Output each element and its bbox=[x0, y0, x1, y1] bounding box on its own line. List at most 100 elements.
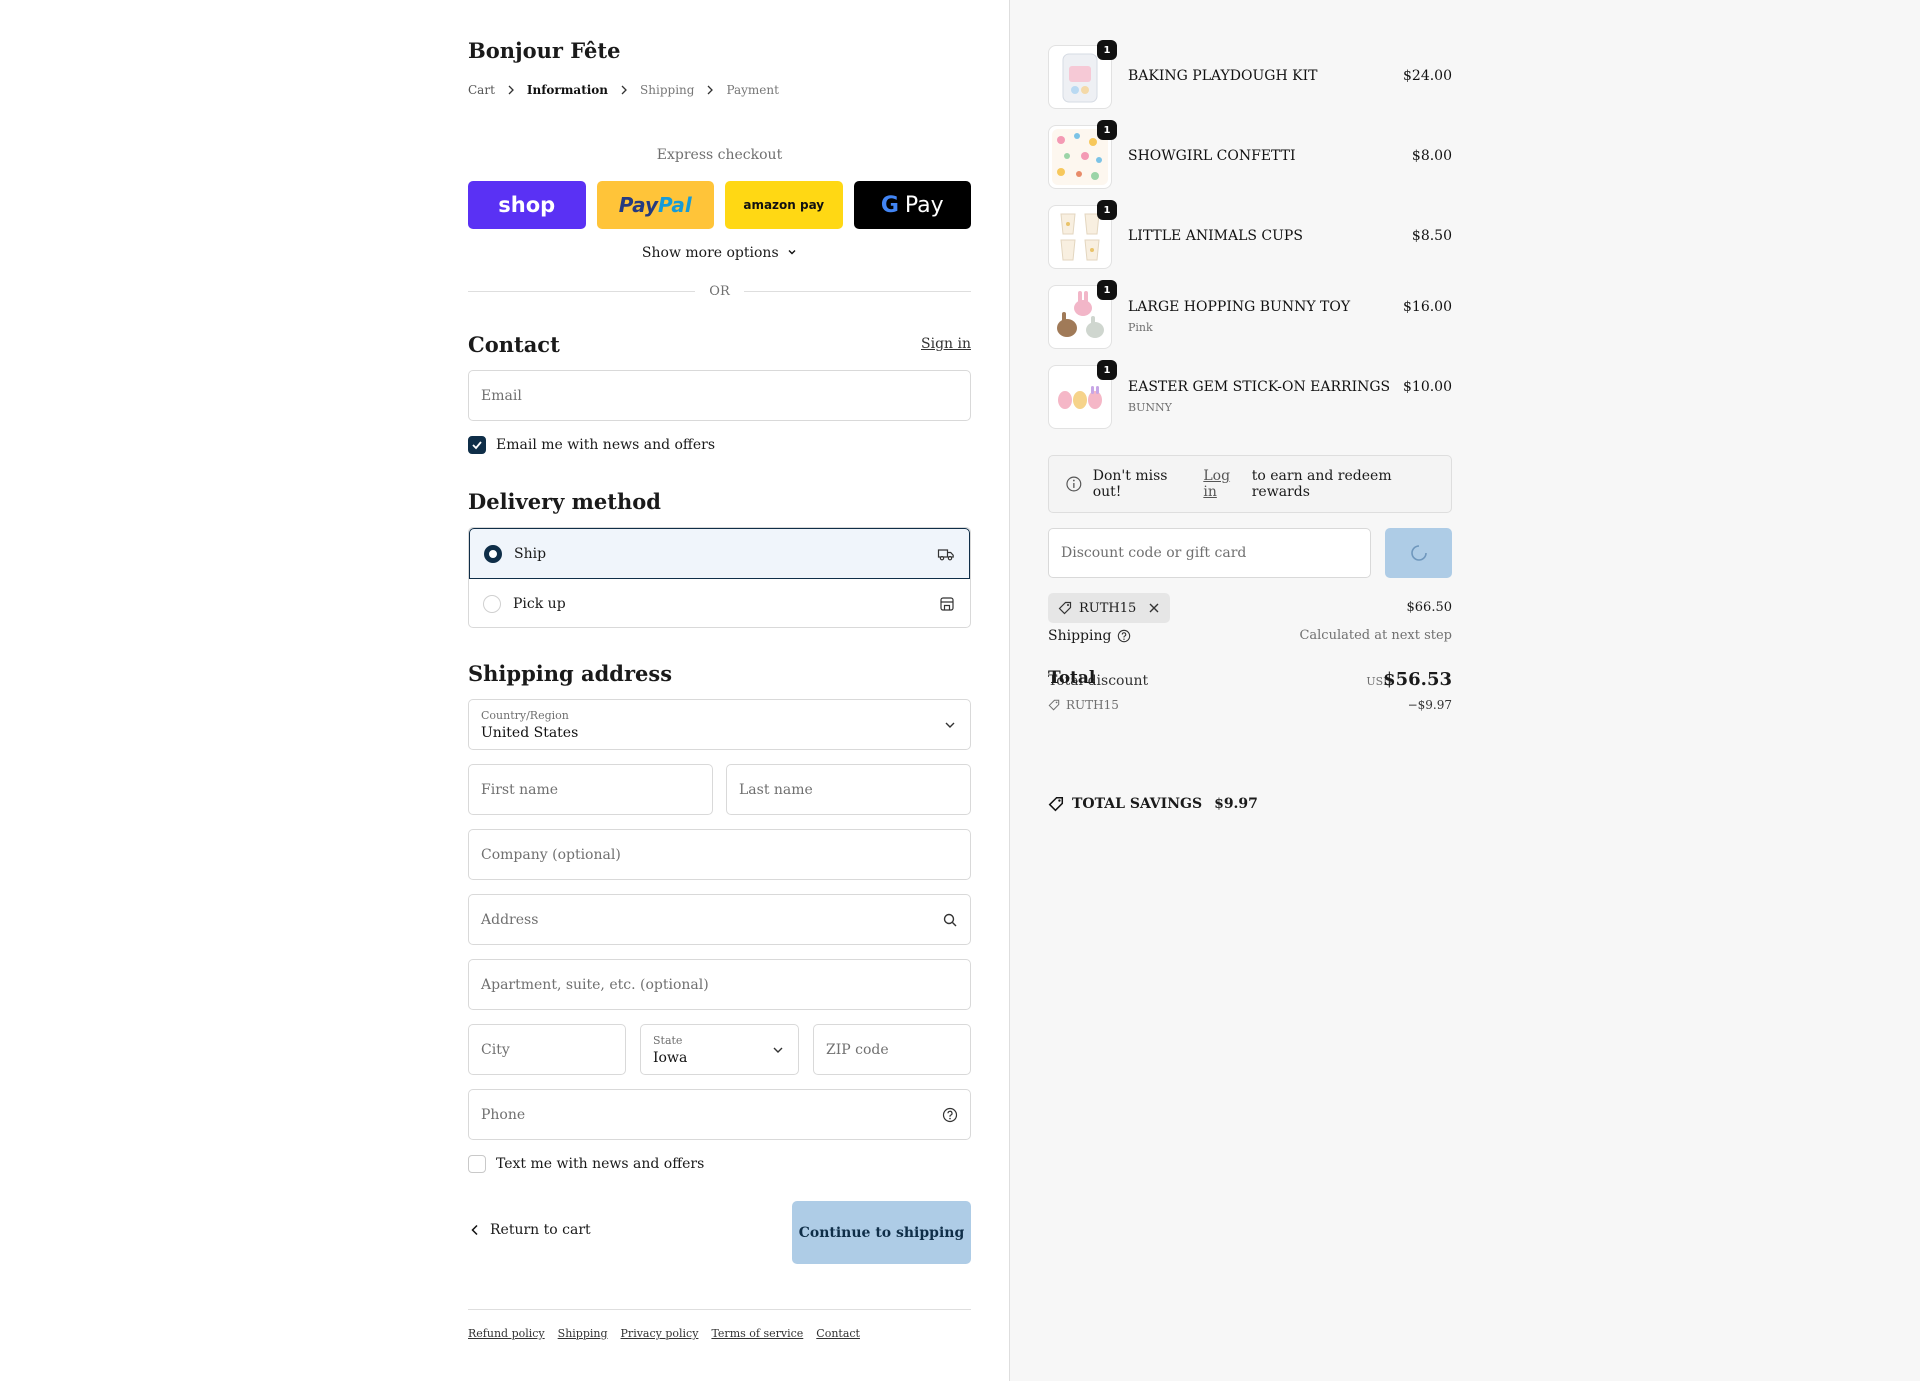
contact-heading: Contact bbox=[468, 332, 560, 357]
newsletter-checkbox-row[interactable]: Email me with news and offers bbox=[468, 436, 715, 454]
item-name: LITTLE ANIMALS CUPS bbox=[1128, 228, 1303, 244]
delivery-pickup-label: Pick up bbox=[513, 596, 566, 612]
delivery-ship-label: Ship bbox=[514, 545, 547, 562]
amazon-pay-logo: amazon pay bbox=[743, 198, 825, 212]
total-savings: TOTAL SAVINGS $9.97 bbox=[1048, 796, 1258, 812]
footer-refund-policy[interactable]: Refund policy bbox=[468, 1327, 545, 1340]
country-select[interactable]: Country/Region United States bbox=[468, 699, 971, 750]
breadcrumb-shipping: Shipping bbox=[640, 83, 695, 97]
first-name-field[interactable]: First name bbox=[468, 764, 713, 815]
footer-terms-of-service[interactable]: Terms of service bbox=[711, 1327, 803, 1340]
phone-field[interactable]: Phone bbox=[468, 1089, 971, 1140]
quantity-badge: 1 bbox=[1097, 200, 1117, 220]
discount-amount: −$9.97 bbox=[1407, 698, 1452, 712]
savings-value: $9.97 bbox=[1214, 796, 1258, 812]
item-name: BAKING PLAYDOUGH KIT bbox=[1128, 68, 1318, 84]
rewards-login-link[interactable]: Log in bbox=[1203, 468, 1247, 500]
apartment-placeholder: Apartment, suite, etc. (optional) bbox=[481, 976, 709, 993]
product-thumbnail: 1 bbox=[1048, 40, 1117, 109]
total-value: $56.53 bbox=[1383, 669, 1452, 690]
item-name: SHOWGIRL CONFETTI bbox=[1128, 148, 1296, 164]
apply-discount-button[interactable] bbox=[1385, 528, 1452, 578]
order-summary: 1 BAKING PLAYDOUGH KIT $24.00 1 SHOWGIRL… bbox=[1010, 0, 1920, 1381]
quantity-badge: 1 bbox=[1097, 40, 1117, 60]
cart-item: 1 SHOWGIRL CONFETTI $8.00 bbox=[1048, 120, 1452, 189]
shipping-address-heading: Shipping address bbox=[468, 661, 673, 686]
shop-pay-button[interactable]: shop bbox=[468, 181, 586, 229]
shop-pay-logo: shop bbox=[498, 193, 556, 217]
checkout-main: Bonjour Fête Cart Information Shipping P… bbox=[0, 0, 1009, 1381]
item-variant: BUNNY bbox=[1128, 401, 1172, 414]
item-price: $10.00 bbox=[1403, 379, 1452, 395]
google-pay-button[interactable]: G Pay bbox=[853, 181, 971, 229]
help-circle-icon[interactable] bbox=[942, 1107, 958, 1123]
breadcrumb-payment: Payment bbox=[726, 83, 779, 97]
country-value: United States bbox=[481, 725, 579, 741]
search-icon bbox=[943, 913, 957, 926]
applied-code: RUTH15 bbox=[1079, 600, 1137, 616]
chevron-right-icon bbox=[508, 85, 514, 95]
breadcrumb-information: Information bbox=[526, 83, 609, 97]
help-circle-icon[interactable] bbox=[1117, 629, 1131, 643]
paypal-logo-part1: Pay bbox=[618, 193, 659, 217]
radio-pickup[interactable] bbox=[483, 595, 501, 613]
close-icon[interactable] bbox=[1148, 602, 1160, 614]
city-field[interactable]: City bbox=[468, 1024, 626, 1075]
delivery-option-pickup[interactable]: Pick up bbox=[469, 579, 970, 627]
item-price: $16.00 bbox=[1403, 299, 1452, 315]
first-name-placeholder: First name bbox=[481, 781, 559, 798]
chevron-right-icon bbox=[707, 85, 714, 95]
truck-icon bbox=[937, 548, 954, 560]
sign-in-link[interactable]: Sign in bbox=[921, 336, 971, 352]
newsletter-checkbox[interactable] bbox=[468, 436, 486, 454]
breadcrumb-cart[interactable]: Cart bbox=[468, 83, 495, 97]
quantity-badge: 1 bbox=[1097, 120, 1117, 140]
total-label: Total bbox=[1048, 668, 1096, 688]
delivery-option-ship[interactable]: Ship bbox=[469, 528, 970, 579]
chevron-right-icon bbox=[621, 85, 627, 95]
item-variant: Pink bbox=[1128, 321, 1153, 334]
tag-icon bbox=[1048, 796, 1064, 812]
shop-title[interactable]: Bonjour Fête bbox=[468, 38, 620, 63]
footer-privacy-policy[interactable]: Privacy policy bbox=[621, 1327, 699, 1340]
discount-code-label: RUTH15 bbox=[1066, 698, 1119, 712]
zip-field[interactable]: ZIP code bbox=[813, 1024, 971, 1075]
city-placeholder: City bbox=[481, 1041, 510, 1058]
amazon-pay-button[interactable]: amazon pay bbox=[725, 181, 843, 229]
state-select[interactable]: State Iowa bbox=[640, 1024, 799, 1075]
footer-links: Refund policy Shipping Privacy policy Te… bbox=[468, 1327, 860, 1340]
cart-item: 1 LARGE HOPPING BUNNY TOY Pink $16.00 bbox=[1048, 280, 1452, 349]
email-field[interactable]: Email bbox=[468, 370, 971, 421]
return-to-cart-label: Return to cart bbox=[490, 1222, 591, 1238]
discount-placeholder: Discount code or gift card bbox=[1061, 545, 1247, 561]
radio-ship[interactable] bbox=[484, 544, 502, 563]
chevron-down-icon bbox=[773, 1047, 783, 1053]
product-thumbnail: 1 bbox=[1048, 360, 1117, 429]
last-name-field[interactable]: Last name bbox=[726, 764, 971, 815]
product-thumbnail: 1 bbox=[1048, 280, 1117, 349]
sms-checkbox-row[interactable]: Text me with news and offers bbox=[468, 1155, 704, 1173]
divider-line bbox=[743, 291, 972, 292]
checkmark-icon bbox=[472, 441, 482, 450]
footer-divider bbox=[468, 1309, 971, 1310]
breadcrumb: Cart Information Shipping Payment bbox=[468, 83, 779, 97]
return-to-cart-link[interactable]: Return to cart bbox=[468, 1222, 591, 1238]
chevron-down-icon bbox=[788, 250, 796, 255]
footer-shipping[interactable]: Shipping bbox=[558, 1327, 608, 1340]
shipping-label: Shipping bbox=[1048, 628, 1112, 644]
country-label: Country/Region bbox=[481, 709, 569, 722]
footer-contact[interactable]: Contact bbox=[816, 1327, 860, 1340]
show-more-options-button[interactable]: Show more options bbox=[468, 245, 971, 261]
cart-item: 1 EASTER GEM STICK-ON EARRINGS BUNNY $10… bbox=[1048, 360, 1452, 429]
apartment-field[interactable]: Apartment, suite, etc. (optional) bbox=[468, 959, 971, 1010]
info-icon bbox=[1066, 476, 1082, 492]
continue-to-shipping-button[interactable]: Continue to shipping bbox=[792, 1201, 971, 1264]
sms-checkbox[interactable] bbox=[468, 1155, 486, 1173]
google-g-icon: G bbox=[880, 192, 899, 218]
address-field[interactable]: Address bbox=[468, 894, 971, 945]
discount-code-input[interactable]: Discount code or gift card bbox=[1048, 528, 1371, 578]
savings-label: TOTAL SAVINGS bbox=[1072, 796, 1203, 812]
paypal-button[interactable]: Pay Pal bbox=[596, 181, 714, 229]
item-price: $8.00 bbox=[1411, 148, 1452, 164]
company-field[interactable]: Company (optional) bbox=[468, 829, 971, 880]
